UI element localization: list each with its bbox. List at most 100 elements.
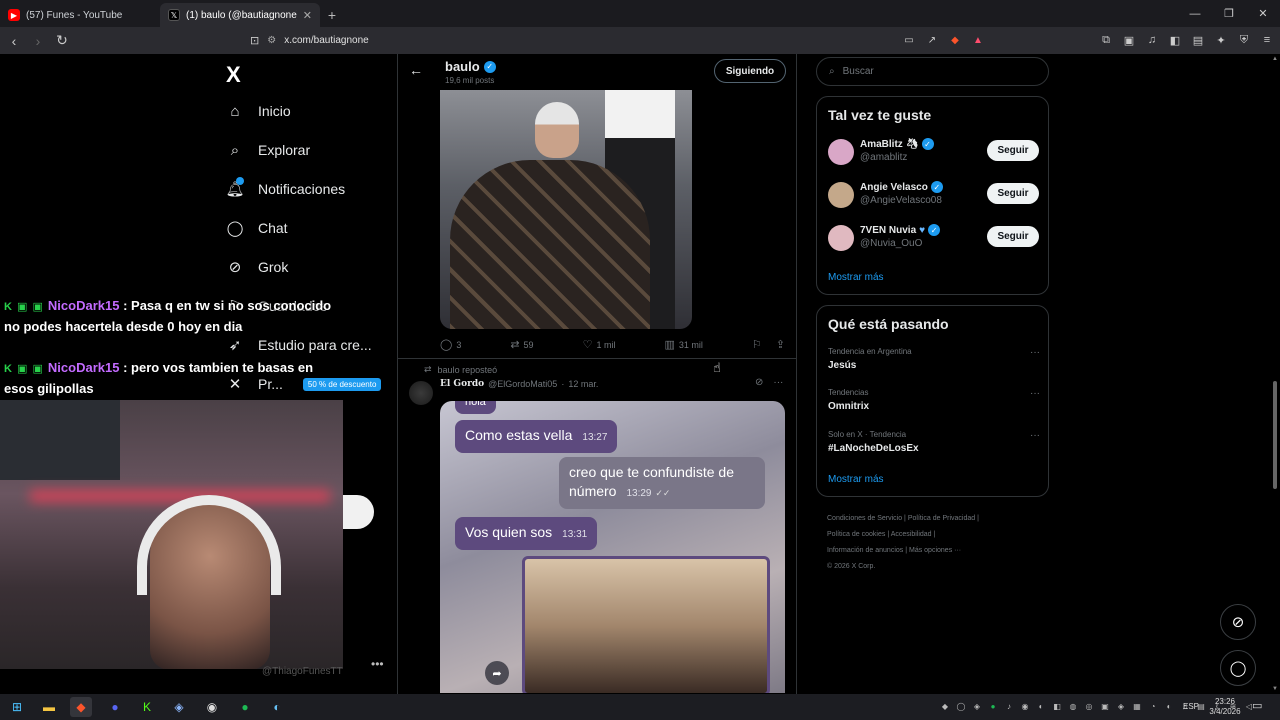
spotify-tray-icon[interactable]: ● (988, 700, 998, 712)
tray-icon[interactable]: ◆ (940, 700, 950, 712)
more-icon[interactable]: ··· (1030, 430, 1040, 441)
post-image[interactable] (440, 90, 692, 329)
tray-icon[interactable]: ◈ (1116, 700, 1126, 712)
footer-link[interactable]: Información de anuncios (827, 547, 903, 554)
vpn-icon[interactable]: ⛨ (1237, 33, 1251, 47)
show-more-link[interactable]: Mostrar más (828, 272, 884, 283)
start-icon[interactable]: ⊞ (6, 697, 28, 717)
trend-item[interactable]: Solo en X · Tendencia #LaNocheDeLosEx ··… (828, 430, 1040, 454)
reload-icon[interactable]: ↻ (52, 32, 72, 49)
bookmark-icon[interactable]: ⊡ (250, 34, 259, 47)
site-info-icon[interactable]: ⚙ (267, 35, 276, 46)
avatar[interactable] (828, 225, 854, 251)
steam-icon[interactable]: ◐ (266, 697, 288, 717)
wallet-icon[interactable]: ▤ (1191, 33, 1205, 47)
language-indicator[interactable]: ESP (1183, 702, 1199, 711)
scroll-up-icon[interactable]: ▲ (1271, 56, 1279, 62)
account-handle[interactable]: @ThiagoFunesTT (262, 666, 343, 677)
nav-chat[interactable]: ◯ Chat (226, 219, 288, 237)
nav-explore[interactable]: ⌕ Explorar (226, 141, 310, 159)
menu-icon[interactable]: ≡ (1260, 33, 1274, 47)
more-icon[interactable]: ··· (1030, 388, 1040, 399)
tray-icon[interactable]: ▣ (1100, 700, 1110, 712)
spotify-icon[interactable]: ● (234, 697, 256, 717)
x-logo[interactable]: X (226, 62, 241, 88)
footer-link[interactable]: Condiciones de Servicio (827, 515, 902, 522)
author-name[interactable]: El Gordo (440, 379, 484, 389)
media-icon[interactable]: ♫ (1145, 33, 1159, 47)
scrollbar[interactable]: ▲ ▼ (1271, 54, 1279, 694)
minimize-icon[interactable]: — (1178, 0, 1212, 27)
reply-button[interactable]: ◯ 3 (440, 338, 461, 351)
avatar[interactable] (828, 182, 854, 208)
screenshot-icon[interactable]: ▣ (1122, 33, 1136, 47)
suggested-user[interactable]: Angie Velasco ✓ @AngieVelasco08 Seguir (828, 180, 1040, 210)
scroll-down-icon[interactable]: ▼ (1271, 686, 1279, 692)
tray-icon[interactable]: ◈ (972, 700, 982, 712)
url-text[interactable]: x.com/bautiagnone (284, 35, 369, 46)
search-input[interactable]: ⌕ Buscar (816, 57, 1049, 86)
trend-item[interactable]: Tendencia en Argentina Jesús ··· (828, 347, 1040, 371)
discord-icon[interactable]: ● (104, 697, 126, 717)
suggested-user[interactable]: 7VEN Nuvia ♥ ✓ @Nuvia_OuO Seguir (828, 223, 1040, 253)
leo-icon[interactable]: ✦ (1214, 33, 1228, 47)
tray-icon[interactable]: ▦ (1132, 700, 1142, 712)
tray-icon[interactable]: ◍ (1068, 700, 1078, 712)
brave-shields-icon[interactable]: ◆ (948, 34, 962, 47)
footer-link[interactable]: Política de cookies (827, 531, 885, 538)
follow-button[interactable]: Seguir (987, 226, 1039, 247)
tab-youtube[interactable]: ▶ (57) Funes - YouTube (0, 3, 160, 27)
forward-icon[interactable]: ➦ (485, 661, 509, 685)
nav-grok[interactable]: ⊘ Grok (226, 258, 289, 276)
footer-link[interactable]: Más opciones ··· (909, 547, 961, 554)
follow-button[interactable]: Seguir (987, 140, 1039, 161)
author-handle[interactable]: @ElGordoMati05 (488, 379, 557, 389)
follow-button[interactable]: Seguir (987, 183, 1039, 204)
sidebar-icon[interactable]: ◧ (1168, 33, 1182, 47)
close-tab-icon[interactable]: ✕ (303, 9, 312, 22)
brave-icon[interactable]: ◆ (70, 697, 92, 717)
cast-icon[interactable]: ▭ (902, 34, 916, 47)
extensions-icon[interactable]: ⧉ (1099, 33, 1113, 47)
scrollbar-thumb[interactable] (1273, 381, 1277, 489)
brave-rewards-icon[interactable]: ▲ (971, 34, 985, 47)
avatar[interactable] (828, 139, 854, 165)
back-arrow-icon[interactable]: ← (409, 62, 423, 78)
address-bar[interactable]: ⊡ ⚙ x.com/bautiagnone (244, 30, 992, 51)
nav-creator-studio[interactable]: ➶ Estudio para cre... (226, 336, 372, 354)
share-icon[interactable]: ⇪ (776, 338, 785, 351)
close-window-icon[interactable]: ✕ (1246, 0, 1280, 27)
trend-item[interactable]: Tendencias Omnitrix ··· (828, 388, 1040, 412)
tray-icon[interactable]: ◯ (956, 700, 966, 712)
clock[interactable]: 23:26 3/4/2026 (1207, 697, 1243, 717)
file-explorer-icon[interactable]: ▬ (38, 697, 60, 717)
share-icon[interactable]: ↗ (925, 34, 939, 47)
bookmark-button[interactable]: ⚐ ⇪ (752, 338, 785, 351)
more-icon[interactable]: ··· (773, 377, 783, 388)
nav-home[interactable]: ⌂ Inicio (226, 102, 290, 120)
grok-fab-icon[interactable]: ⊘ (1220, 604, 1256, 640)
repost-label[interactable]: baulo reposteó (438, 365, 498, 375)
nav-notifications[interactable]: 🔔︎ Notificaciones (225, 177, 345, 198)
suggested-user[interactable]: AmaBlitz 🦄︎ ✓ @amablitz Seguir (828, 137, 1040, 167)
restore-icon[interactable]: ❐ (1212, 0, 1246, 27)
back-icon[interactable]: ‹ (4, 33, 24, 49)
show-more-link[interactable]: Mostrar más (828, 474, 884, 485)
obs-icon[interactable]: ◉ (201, 697, 223, 717)
notification-center-icon[interactable]: ▭ (1252, 699, 1262, 712)
like-button[interactable]: ♡ 1 mil (583, 338, 616, 351)
tray-icon[interactable]: ◉ (1020, 700, 1030, 712)
kick-icon[interactable]: K (136, 697, 158, 717)
following-button[interactable]: Siguiendo (714, 59, 786, 83)
grok-icon[interactable]: ⊘ (755, 377, 763, 388)
tray-icon[interactable]: ◧ (1052, 700, 1062, 712)
tray-icon[interactable]: ◎ (1084, 700, 1094, 712)
tray-icon[interactable]: ◐ (1036, 700, 1046, 712)
post-image[interactable]: hola Como estas vella 13:27 creo que te c… (440, 401, 785, 693)
footer-link[interactable]: Política de Privacidad (908, 515, 975, 522)
forward-icon[interactable]: › (28, 33, 48, 49)
tab-x-profile[interactable]: 𝕏 (1) baulo (@bautiagnone) / X ✕ (160, 3, 320, 27)
views-button[interactable]: ▥ 31 mil (664, 338, 702, 351)
post-date[interactable]: 12 mar. (568, 379, 598, 389)
steam-tray-icon[interactable]: ◐ (1164, 700, 1174, 712)
